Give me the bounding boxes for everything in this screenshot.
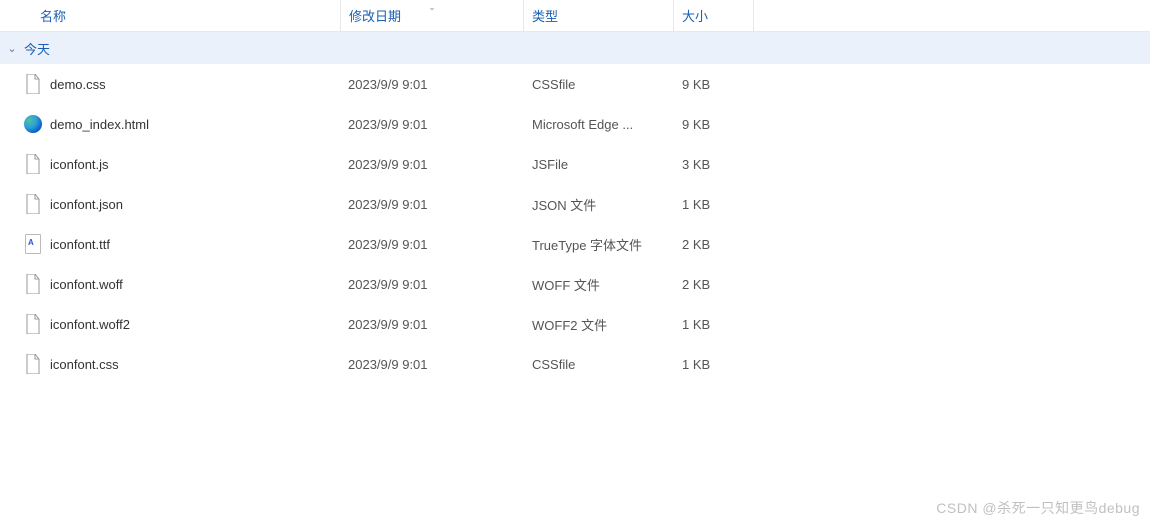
file-name: demo_index.html — [50, 117, 149, 132]
file-type: TrueType 字体文件 — [524, 235, 674, 254]
column-header-date-label: 修改日期 — [349, 6, 401, 25]
file-name: iconfont.js — [50, 157, 109, 172]
file-size: 2 KB — [674, 237, 754, 252]
file-name-cell: iconfont.woff — [0, 274, 340, 294]
file-type: CSSfile — [524, 357, 674, 372]
column-header-size[interactable]: 大小 — [674, 0, 754, 31]
file-name: iconfont.ttf — [50, 237, 110, 252]
file-row[interactable]: iconfont.woff2 2023/9/9 9:01WOFF2 文件1 KB — [0, 304, 1150, 344]
file-type: WOFF 文件 — [524, 275, 674, 294]
generic-file-icon — [24, 274, 42, 294]
file-size: 2 KB — [674, 277, 754, 292]
file-size: 1 KB — [674, 197, 754, 212]
file-name-cell: iconfont.ttf — [0, 234, 340, 254]
file-name-cell: iconfont.css — [0, 354, 340, 374]
file-name-cell: demo_index.html — [0, 114, 340, 134]
file-name: iconfont.woff2 — [50, 317, 130, 332]
file-type: JSON 文件 — [524, 195, 674, 214]
edge-browser-icon — [24, 114, 42, 134]
column-header-date[interactable]: ⌄ 修改日期 — [340, 0, 524, 31]
group-label: 今天 — [24, 39, 50, 58]
file-date: 2023/9/9 9:01 — [340, 157, 524, 172]
generic-file-icon — [24, 154, 42, 174]
file-row[interactable]: iconfont.woff 2023/9/9 9:01WOFF 文件2 KB — [0, 264, 1150, 304]
file-size: 1 KB — [674, 317, 754, 332]
file-name-cell: iconfont.woff2 — [0, 314, 340, 334]
generic-file-icon — [24, 314, 42, 334]
file-size: 9 KB — [674, 117, 754, 132]
chevron-down-icon: ⌄ — [6, 42, 18, 55]
file-row[interactable]: iconfont.ttf 2023/9/9 9:01TrueType 字体文件2 … — [0, 224, 1150, 264]
column-header-type-label: 类型 — [532, 6, 558, 25]
file-row[interactable]: demo.css 2023/9/9 9:01CSSfile9 KB — [0, 64, 1150, 104]
font-file-icon — [24, 234, 42, 254]
file-type: JSFile — [524, 157, 674, 172]
file-name: iconfont.css — [50, 357, 119, 372]
file-date: 2023/9/9 9:01 — [340, 317, 524, 332]
file-row[interactable]: iconfont.json 2023/9/9 9:01JSON 文件1 KB — [0, 184, 1150, 224]
file-row[interactable]: demo_index.html 2023/9/9 9:01Microsoft Ed… — [0, 104, 1150, 144]
generic-file-icon — [24, 194, 42, 214]
file-date: 2023/9/9 9:01 — [340, 197, 524, 212]
file-row[interactable]: iconfont.css 2023/9/9 9:01CSSfile1 KB — [0, 344, 1150, 384]
file-size: 1 KB — [674, 357, 754, 372]
sort-descending-icon: ⌄ — [428, 2, 436, 13]
file-name-cell: iconfont.js — [0, 154, 340, 174]
watermark: CSDN @杀死一只知更鸟debug — [936, 498, 1140, 518]
file-list: demo.css2023/9/9 9:01CSSfile9 KBdemo_ind… — [0, 64, 1150, 384]
column-header-size-label: 大小 — [682, 6, 708, 25]
file-type: CSSfile — [524, 77, 674, 92]
file-name-cell: demo.css — [0, 74, 340, 94]
file-size: 9 KB — [674, 77, 754, 92]
file-date: 2023/9/9 9:01 — [340, 357, 524, 372]
column-header-type[interactable]: 类型 — [524, 0, 674, 31]
file-row[interactable]: iconfont.js 2023/9/9 9:01JSFile3 KB — [0, 144, 1150, 184]
file-name-cell: iconfont.json — [0, 194, 340, 214]
file-size: 3 KB — [674, 157, 754, 172]
column-header-row: 名称 ⌄ 修改日期 类型 大小 — [0, 0, 1150, 32]
file-name: iconfont.json — [50, 197, 123, 212]
group-header-today[interactable]: ⌄ 今天 — [0, 32, 1150, 64]
file-date: 2023/9/9 9:01 — [340, 77, 524, 92]
file-date: 2023/9/9 9:01 — [340, 117, 524, 132]
column-header-name[interactable]: 名称 — [0, 0, 340, 31]
file-name: demo.css — [50, 77, 106, 92]
file-date: 2023/9/9 9:01 — [340, 277, 524, 292]
generic-file-icon — [24, 74, 42, 94]
file-type: WOFF2 文件 — [524, 315, 674, 334]
generic-file-icon — [24, 354, 42, 374]
file-name: iconfont.woff — [50, 277, 123, 292]
column-header-name-label: 名称 — [40, 6, 66, 25]
file-type: Microsoft Edge ... — [524, 117, 674, 132]
file-date: 2023/9/9 9:01 — [340, 237, 524, 252]
